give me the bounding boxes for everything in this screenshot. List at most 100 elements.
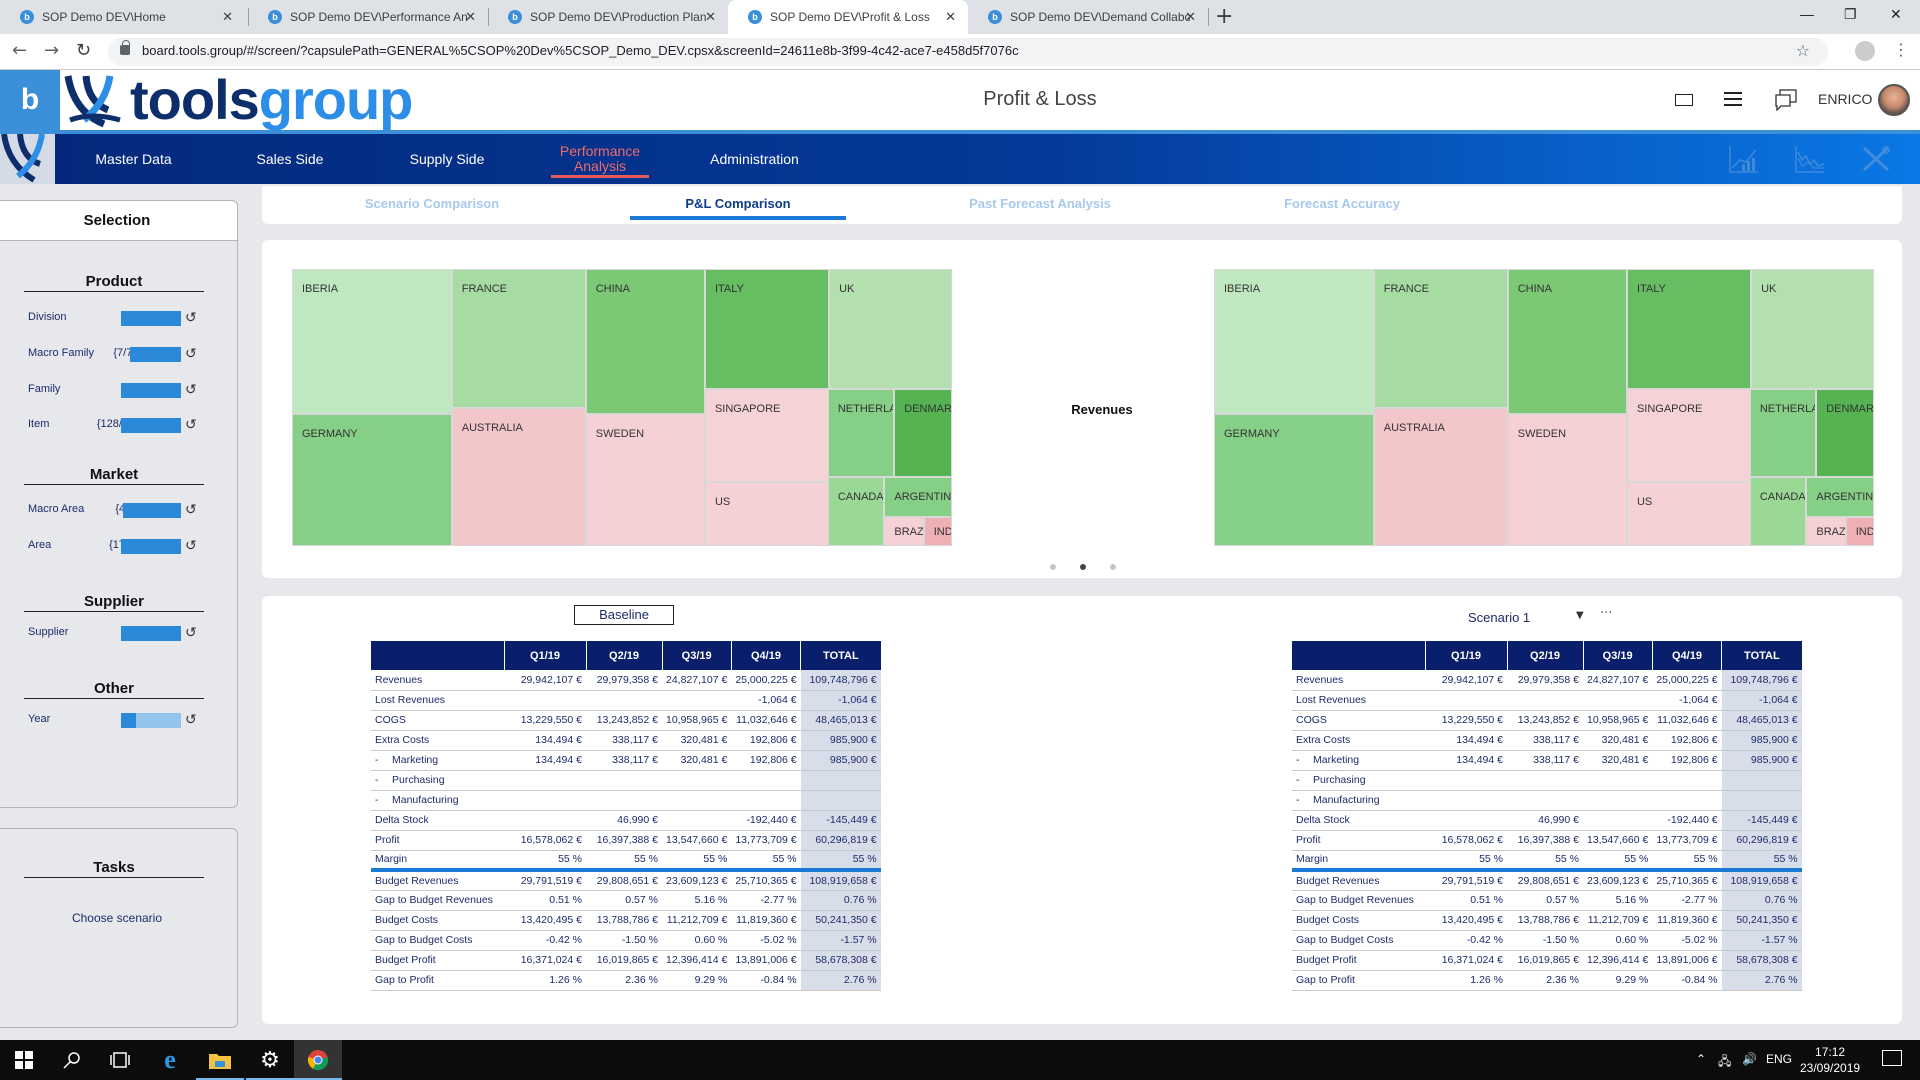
reset-selection-icon[interactable]: ↺ — [185, 381, 197, 398]
hamburger-menu-icon[interactable] — [1724, 92, 1742, 106]
close-tab-icon[interactable]: ✕ — [222, 9, 233, 25]
browser-tab[interactable]: b SOP Demo DEV\Production Plan ✕ — [488, 0, 728, 34]
treemap-cell-germany[interactable]: GERMANY — [1214, 413, 1374, 546]
url-input[interactable]: board.tools.group/#/screen/?capsulePath=… — [108, 38, 1828, 66]
treemap-cell-india[interactable]: IND — [923, 516, 952, 546]
browser-tab[interactable]: b SOP Demo DEV\Home ✕ — [0, 0, 245, 34]
settings-icon[interactable]: ⚙ — [246, 1040, 294, 1080]
page-scrollbar[interactable] — [1906, 186, 1920, 1036]
treemap-cell-china[interactable]: CHINA — [585, 269, 705, 414]
close-tab-icon[interactable]: ✕ — [465, 9, 476, 25]
selector-item[interactable]: Item {128/128} ↺ — [28, 416, 208, 434]
treemap-cell-singapore[interactable]: SINGAPORE — [704, 389, 830, 483]
treemap-cell-italy[interactable]: ITALY — [1626, 269, 1752, 390]
internet-explorer-icon[interactable]: e — [146, 1040, 194, 1080]
tab-pl-comparison[interactable]: P&L Comparison — [630, 196, 846, 220]
user-name[interactable]: ENRICO — [1818, 91, 1872, 107]
treemap-cell-germany[interactable]: GERMANY — [292, 413, 452, 546]
treemap-cell-canada[interactable]: CANADA — [827, 477, 885, 546]
nav-supply-side[interactable]: Supply Side — [402, 134, 492, 184]
chart-growth-icon[interactable] — [1728, 144, 1760, 174]
reset-selection-icon[interactable]: ↺ — [185, 309, 197, 326]
selection-bar[interactable] — [121, 418, 181, 433]
windows-start-icon[interactable] — [0, 1040, 48, 1080]
tab-forecast-accuracy[interactable]: Forecast Accuracy — [1272, 196, 1412, 211]
treemap-cell-china[interactable]: CHINA — [1507, 269, 1627, 414]
browser-menu-icon[interactable]: ⋮ — [1893, 40, 1909, 59]
treemap-cell-iberia[interactable]: IBERIA — [1214, 269, 1374, 414]
treemap-cell-uk[interactable]: UK — [1751, 269, 1874, 390]
dropdown-arrow-icon[interactable]: ▼ — [1576, 610, 1584, 621]
reset-selection-icon[interactable]: ↺ — [185, 345, 197, 362]
selector-division[interactable]: Division {1/1} ↺ — [28, 309, 208, 327]
treemap-cell-argentina[interactable]: ARGENTINA — [884, 477, 952, 517]
volume-icon[interactable]: 🔊 — [1742, 1052, 1757, 1066]
treemap-cell-australia[interactable]: AUSTRALIA — [1373, 407, 1508, 546]
baseline-selector[interactable]: Baseline — [574, 605, 674, 625]
user-avatar[interactable] — [1878, 84, 1910, 116]
reset-selection-icon[interactable]: ↺ — [185, 537, 197, 554]
treemap-baseline[interactable]: IBERIA GERMANY FRANCE AUSTRALIA CHINA SWEDEN I… — [292, 269, 952, 546]
treemap-cell-italy[interactable]: ITALY — [704, 269, 830, 390]
treemap-cell-sweden[interactable]: SWEDEN — [1507, 413, 1627, 546]
treemap-cell-iberia[interactable]: IBERIA — [292, 269, 452, 414]
task-choose-scenario[interactable]: Choose scenario — [0, 911, 237, 925]
carousel-dot[interactable] — [1050, 564, 1056, 570]
treemap-cell-canada[interactable]: CANADA — [1749, 477, 1807, 546]
reload-icon[interactable]: ↻ — [76, 40, 91, 61]
treemap-cell-india[interactable]: IND — [1845, 516, 1874, 546]
selector-supplier[interactable]: Supplier {6/6} ↺ — [28, 624, 208, 642]
nav-administration[interactable]: Administration — [702, 134, 807, 184]
reset-selection-icon[interactable]: ↺ — [185, 624, 197, 641]
chart-trend-icon[interactable] — [1794, 144, 1826, 174]
treemap-cell-france[interactable]: FRANCE — [451, 269, 586, 408]
selection-bar[interactable] — [121, 383, 181, 398]
treemap-cell-netherlands[interactable]: NETHERLAN — [1749, 389, 1817, 478]
close-tab-icon[interactable]: ✕ — [705, 9, 716, 25]
chat-icon[interactable] — [1774, 89, 1798, 111]
tab-scenario-comparison[interactable]: Scenario Comparison — [352, 196, 512, 211]
close-tab-icon[interactable]: ✕ — [1185, 9, 1196, 25]
treemap-cell-argentina[interactable]: ARGENTINA — [1806, 477, 1874, 517]
search-icon[interactable] — [48, 1040, 96, 1080]
selector-macro-family[interactable]: Macro Family {7/7} ↺ — [28, 345, 208, 363]
nav-sales-side[interactable]: Sales Side — [245, 134, 335, 184]
scenario-dropdown[interactable]: Scenario 1 — [1468, 610, 1530, 625]
fullscreen-icon[interactable] — [1675, 94, 1693, 106]
selector-year[interactable]: Year {1/4} ↺ — [28, 711, 208, 729]
treemap-cell-australia[interactable]: AUSTRALIA — [451, 407, 586, 546]
network-icon[interactable]: 🖧 — [1718, 1052, 1731, 1073]
bookmark-star-icon[interactable]: ☆ — [1796, 41, 1810, 60]
more-options-icon[interactable]: ··· — [1600, 606, 1612, 621]
selection-bar[interactable] — [123, 503, 181, 518]
tab-past-forecast-analysis[interactable]: Past Forecast Analysis — [960, 196, 1120, 211]
language-indicator[interactable]: ENG — [1766, 1052, 1792, 1066]
file-explorer-icon[interactable] — [196, 1040, 244, 1080]
close-window-icon[interactable]: ✕ — [1890, 6, 1902, 23]
carousel-dot[interactable] — [1110, 564, 1116, 570]
new-tab-button[interactable]: + — [1215, 4, 1233, 29]
selection-bar[interactable] — [121, 713, 181, 728]
task-view-icon[interactable] — [96, 1040, 144, 1080]
treemap-cell-singapore[interactable]: SINGAPORE — [1626, 389, 1752, 483]
action-center-icon[interactable] — [1882, 1050, 1902, 1066]
treemap-cell-denmark[interactable]: DENMAR — [1816, 389, 1874, 478]
browser-tab-active[interactable]: b SOP Demo DEV\Profit & Loss ✕ — [728, 0, 968, 34]
selection-bar[interactable] — [121, 539, 181, 554]
restore-icon[interactable]: ❐ — [1844, 6, 1857, 23]
treemap-cell-france[interactable]: FRANCE — [1373, 269, 1508, 408]
selector-area[interactable]: Area {17/17} ↺ — [28, 537, 208, 555]
minimize-icon[interactable]: — — [1800, 6, 1814, 22]
close-tab-icon[interactable]: ✕ — [945, 9, 956, 25]
treemap-cell-us[interactable]: US — [1626, 482, 1752, 546]
reset-selection-icon[interactable]: ↺ — [185, 501, 197, 518]
browser-tab[interactable]: b SOP Demo DEV\Performance An ✕ — [248, 0, 488, 34]
back-icon[interactable]: ← — [12, 40, 27, 61]
nav-master-data[interactable]: Master Data — [86, 134, 181, 184]
selector-macro-area[interactable]: Macro Area {4/4} ↺ — [28, 501, 208, 519]
show-hidden-icons-icon[interactable]: ⌃ — [1696, 1052, 1706, 1066]
treemap-cell-sweden[interactable]: SWEDEN — [585, 413, 705, 546]
forward-icon[interactable]: → — [44, 40, 59, 61]
selector-family[interactable]: Family {7/7} ↺ — [28, 381, 208, 399]
reset-selection-icon[interactable]: ↺ — [185, 416, 197, 433]
